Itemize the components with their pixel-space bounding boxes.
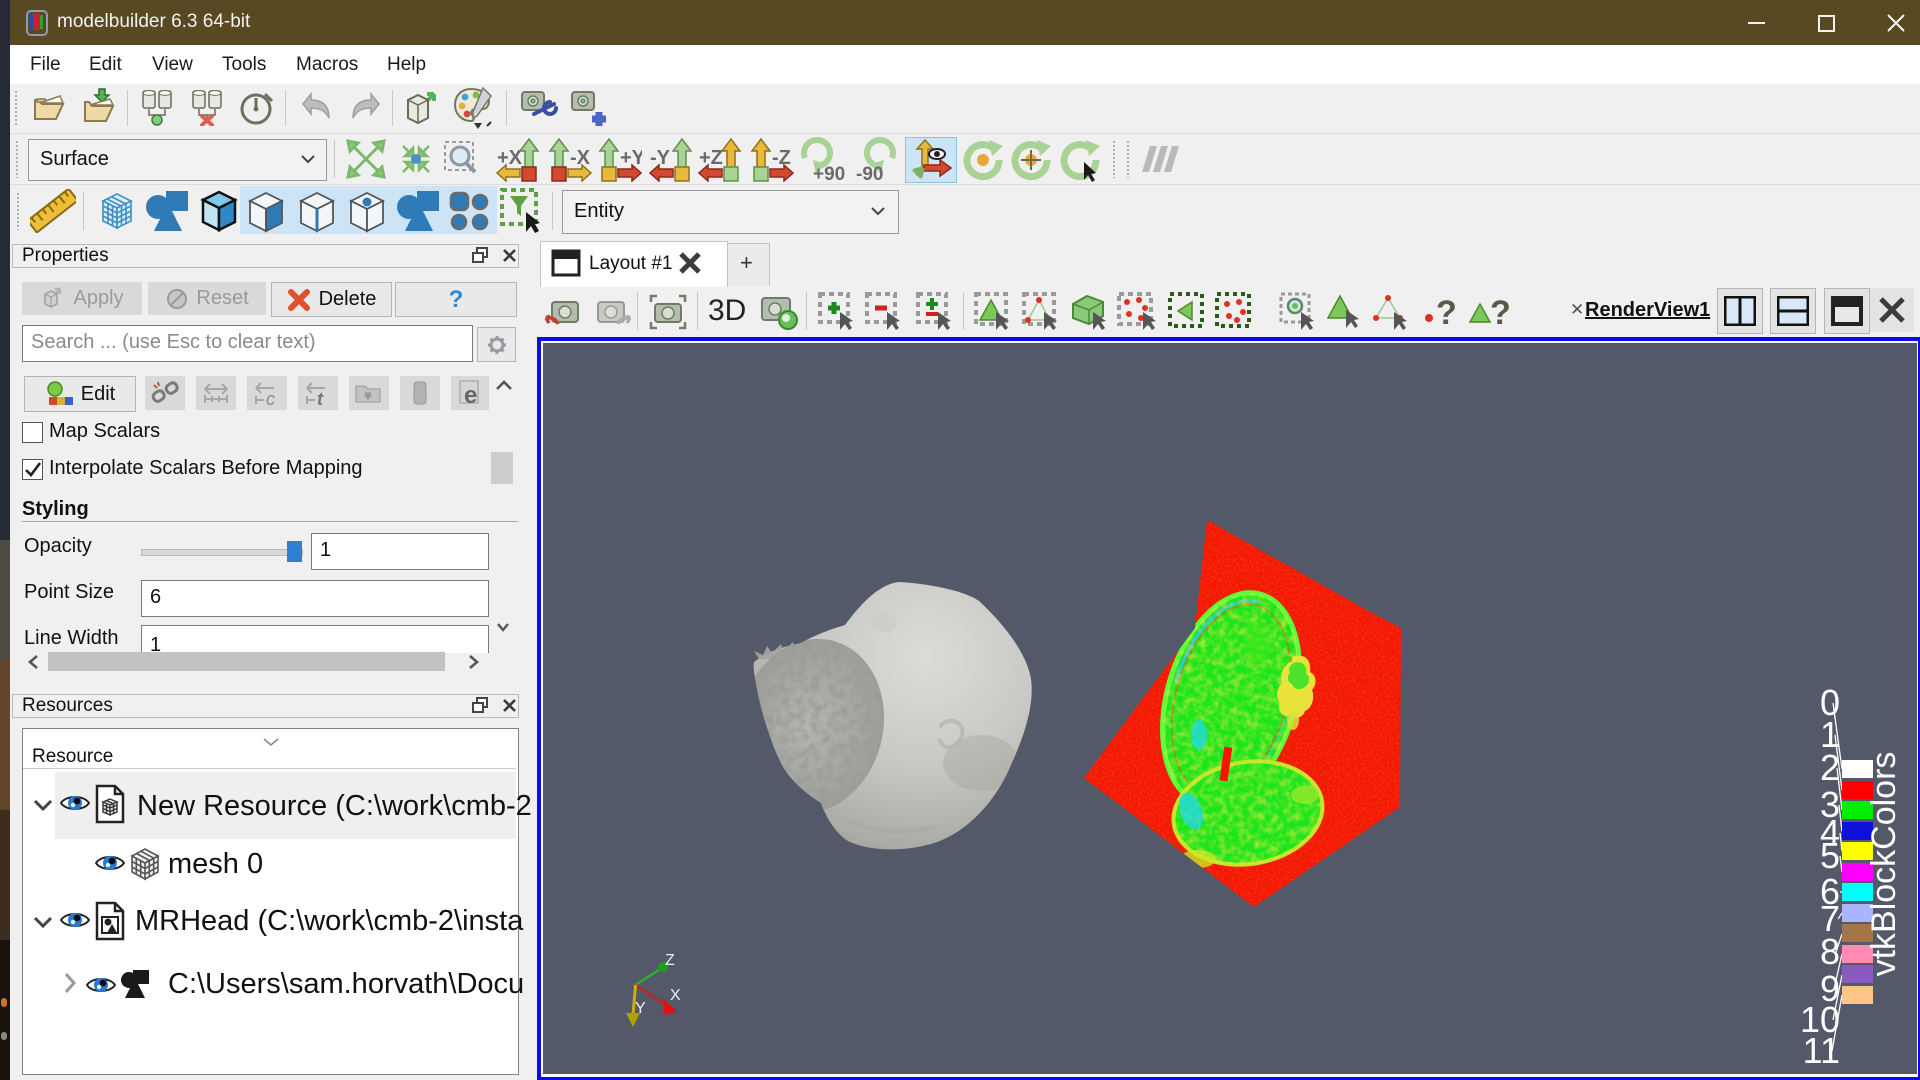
svg-text:?: ? — [1436, 294, 1457, 330]
svg-text:-Y: -Y — [650, 147, 671, 169]
svg-text:Y: Y — [635, 1000, 646, 1017]
svg-text:-90: -90 — [856, 164, 883, 182]
svg-text:+Y: +Y — [620, 147, 642, 169]
svg-text:?: ? — [1490, 294, 1510, 330]
svg-text:-X: -X — [570, 147, 591, 169]
svg-text:c: c — [266, 389, 275, 406]
svg-text:vtkBlockColors: vtkBlockColors — [1865, 752, 1903, 977]
svg-text:Z: Z — [665, 952, 675, 969]
svg-text:5: 5 — [1820, 835, 1840, 876]
svg-text:-Z: -Z — [772, 147, 791, 169]
svg-text:X: X — [670, 987, 681, 1004]
svg-text:+Z: +Z — [699, 147, 723, 169]
svg-text:t: t — [317, 389, 324, 406]
svg-text:+90: +90 — [813, 164, 845, 182]
svg-text:+X: +X — [497, 147, 523, 169]
svg-text:e: e — [464, 382, 477, 407]
svg-text:8: 8 — [1820, 931, 1840, 972]
